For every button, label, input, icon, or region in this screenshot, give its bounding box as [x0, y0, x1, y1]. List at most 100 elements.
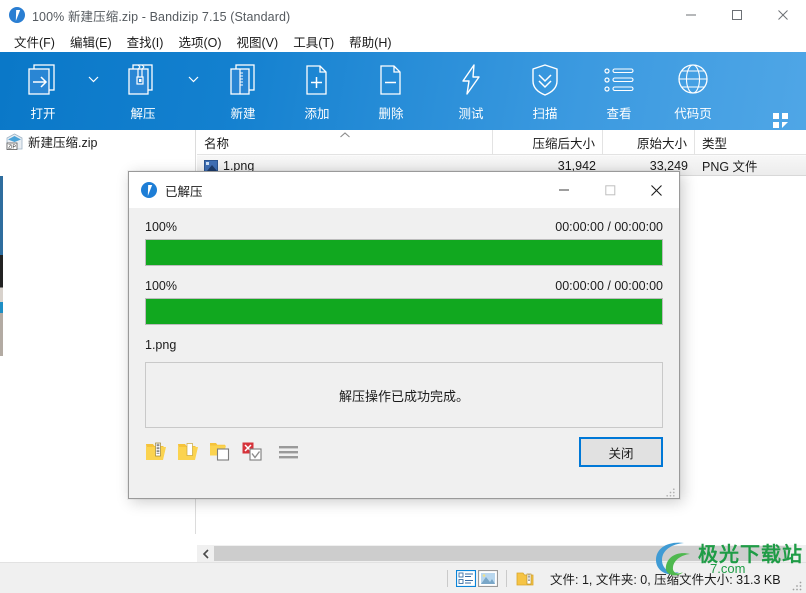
dialog-window-controls	[541, 172, 679, 208]
menu-tools[interactable]: 工具(T)	[286, 30, 342, 53]
progress-time-1: 00:00:00 / 00:00:00	[555, 220, 663, 234]
dialog-message-text: 解压操作已成功完成。	[338, 388, 469, 404]
view-details-icon[interactable]	[455, 569, 477, 588]
menu-help[interactable]: 帮助(H)	[342, 30, 399, 53]
toolbar-label-test: 测试	[458, 107, 484, 121]
menu-view[interactable]: 视图(V)	[230, 30, 287, 53]
toolbar-button-open[interactable]: 打开	[6, 52, 80, 130]
column-header-original-size[interactable]: 原始大小	[603, 130, 695, 155]
toolbar-button-extract[interactable]: 解压	[106, 52, 180, 130]
toolbar-label-open: 打开	[30, 107, 56, 121]
toolbar-label-codepage: 代码页	[674, 107, 712, 121]
status-bar: 文件: 1, 文件夹: 0, 压缩文件大小: 31.3 KB	[0, 562, 806, 593]
column-header-packed-size[interactable]: 压缩后大小	[493, 130, 603, 155]
copy-to-clipboard-icon[interactable]	[209, 440, 233, 464]
window-title: 100% 新建压缩.zip - Bandizip 7.15 (Standard)	[32, 9, 291, 24]
statusbar-summary-text: 文件: 1, 文件夹: 0, 压缩文件大小: 31.3 KB	[550, 572, 781, 587]
toolbar-label-delete: 删除	[378, 107, 404, 121]
window-edge-accent	[0, 176, 3, 356]
dialog-close-action-button[interactable]: 关闭	[579, 437, 663, 467]
bandizip-lightning-icon	[9, 7, 25, 23]
toolbar-open-dropdown[interactable]	[80, 52, 106, 130]
progress-percent-2: 100%	[145, 279, 177, 293]
column-header-name[interactable]: 名称	[197, 130, 493, 155]
window-controls	[668, 0, 806, 30]
progress-bar-current-fill	[146, 299, 662, 324]
dialog-maximize-button[interactable]	[587, 172, 633, 208]
sort-ascending-icon	[339, 131, 350, 140]
layout-grid-icon[interactable]	[772, 112, 790, 130]
toolbar-button-new[interactable]: 新建	[206, 52, 280, 130]
dialog-title: 已解压	[165, 184, 203, 199]
menu-find[interactable]: 查找(I)	[120, 30, 172, 53]
archive-folder-icon[interactable]	[514, 569, 536, 588]
globe-codepage-icon	[675, 60, 711, 100]
progress-bar-overall	[145, 239, 663, 266]
toolbar-button-add[interactable]: 添加	[280, 52, 354, 130]
remove-file-icon	[373, 60, 409, 100]
progress-bar-overall-fill	[146, 240, 662, 265]
file-list-header: 名称 压缩后大小 原始大小 类型	[197, 130, 806, 155]
progress-percent-1: 100%	[145, 220, 177, 234]
file-list-hscrollbar[interactable]	[197, 545, 806, 562]
toolbar-button-scan[interactable]: 扫描	[508, 52, 582, 130]
dialog-title-bar: 已解压	[129, 172, 679, 208]
title-bar: 100% 新建压缩.zip - Bandizip 7.15 (Standard)	[0, 0, 806, 30]
open-archive-icon	[25, 60, 61, 100]
statusbar-divider-1	[447, 569, 448, 587]
dialog-close-action-label: 关闭	[608, 446, 634, 461]
dialog-close-button[interactable]	[633, 172, 679, 208]
column-header-type-label: 类型	[702, 137, 728, 151]
tree-item-archive-root[interactable]: ZIP 新建压缩.zip	[0, 130, 195, 152]
progress-time-2: 00:00:00 / 00:00:00	[555, 279, 663, 293]
dialog-body: 100% 00:00:00 / 00:00:00 100% 00:00:00 /…	[129, 208, 679, 428]
bandizip-lightning-icon	[141, 182, 157, 198]
minimize-button[interactable]	[668, 0, 714, 30]
toolbar-button-codepage[interactable]: 代码页	[656, 52, 730, 130]
toolbar-label-add: 添加	[304, 107, 330, 121]
toolbar-button-delete[interactable]: 删除	[354, 52, 428, 130]
dialog-minimize-button[interactable]	[541, 172, 587, 208]
toolbar-label-view: 查看	[606, 107, 632, 121]
column-header-type[interactable]: 类型	[695, 130, 806, 155]
open-archive-folder-icon[interactable]	[145, 440, 169, 464]
hscroll-thumb[interactable]	[214, 546, 789, 561]
close-button[interactable]	[760, 0, 806, 30]
menu-edit[interactable]: 编辑(E)	[63, 30, 120, 53]
toolbar-button-test[interactable]: 测试	[434, 52, 508, 130]
cell-type: PNG 文件	[702, 160, 758, 174]
statusbar-divider-2	[506, 569, 507, 587]
menu-options[interactable]: 选项(O)	[171, 30, 229, 53]
progress-line-2: 100% 00:00:00 / 00:00:00	[145, 279, 663, 293]
column-header-packed-size-label: 压缩后大小	[532, 137, 595, 151]
new-archive-icon	[225, 60, 261, 100]
open-target-folder-icon[interactable]	[177, 440, 201, 464]
dialog-footer-icons	[145, 440, 301, 464]
png-file-icon	[204, 159, 218, 172]
column-header-original-size-label: 原始大小	[636, 137, 687, 151]
menu-bar: 文件(F) 编辑(E) 查找(I) 选项(O) 视图(V) 工具(T) 帮助(H…	[0, 30, 806, 52]
add-file-icon	[299, 60, 335, 100]
zip-archive-icon: ZIP	[6, 133, 23, 150]
toolbar-label-extract: 解压	[130, 107, 156, 121]
extract-complete-dialog: 已解压 100% 00:00:00 / 00:00:00 100% 00:00:…	[128, 171, 680, 499]
toolbar-extract-dropdown[interactable]	[180, 52, 206, 130]
log-list-icon[interactable]	[277, 440, 301, 464]
progress-line-1: 100% 00:00:00 / 00:00:00	[145, 220, 663, 234]
toolbar-label-new: 新建	[230, 107, 256, 121]
maximize-button[interactable]	[714, 0, 760, 30]
test-lightning-icon	[453, 60, 489, 100]
toolbar-button-view[interactable]: 查看	[582, 52, 656, 130]
menu-file[interactable]: 文件(F)	[7, 30, 63, 53]
delete-archive-icon[interactable]	[241, 440, 265, 464]
scan-shield-icon	[526, 60, 564, 100]
view-thumbnail-icon[interactable]	[477, 569, 499, 588]
toolbar-label-scan: 扫描	[532, 107, 558, 121]
progress-bar-current	[145, 298, 663, 325]
dialog-resize-grip-icon[interactable]	[665, 485, 676, 497]
dialog-footer: 关闭	[129, 428, 679, 467]
chevron-left-icon[interactable]	[197, 545, 214, 562]
resize-grip-icon[interactable]	[791, 579, 803, 591]
main-toolbar: 打开 解压 新建 添加 删除 测试 扫描 查看 代码页	[0, 52, 806, 130]
view-list-icon	[601, 60, 637, 100]
